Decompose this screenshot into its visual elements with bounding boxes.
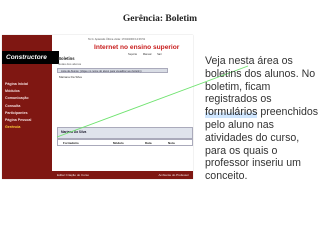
description-part-1: Veja nesta área os boletins dos alunos. …	[205, 55, 316, 106]
description-text: Veja nesta área os boletins dos alunos. …	[205, 55, 320, 183]
description-highlight: formulários	[205, 106, 258, 119]
